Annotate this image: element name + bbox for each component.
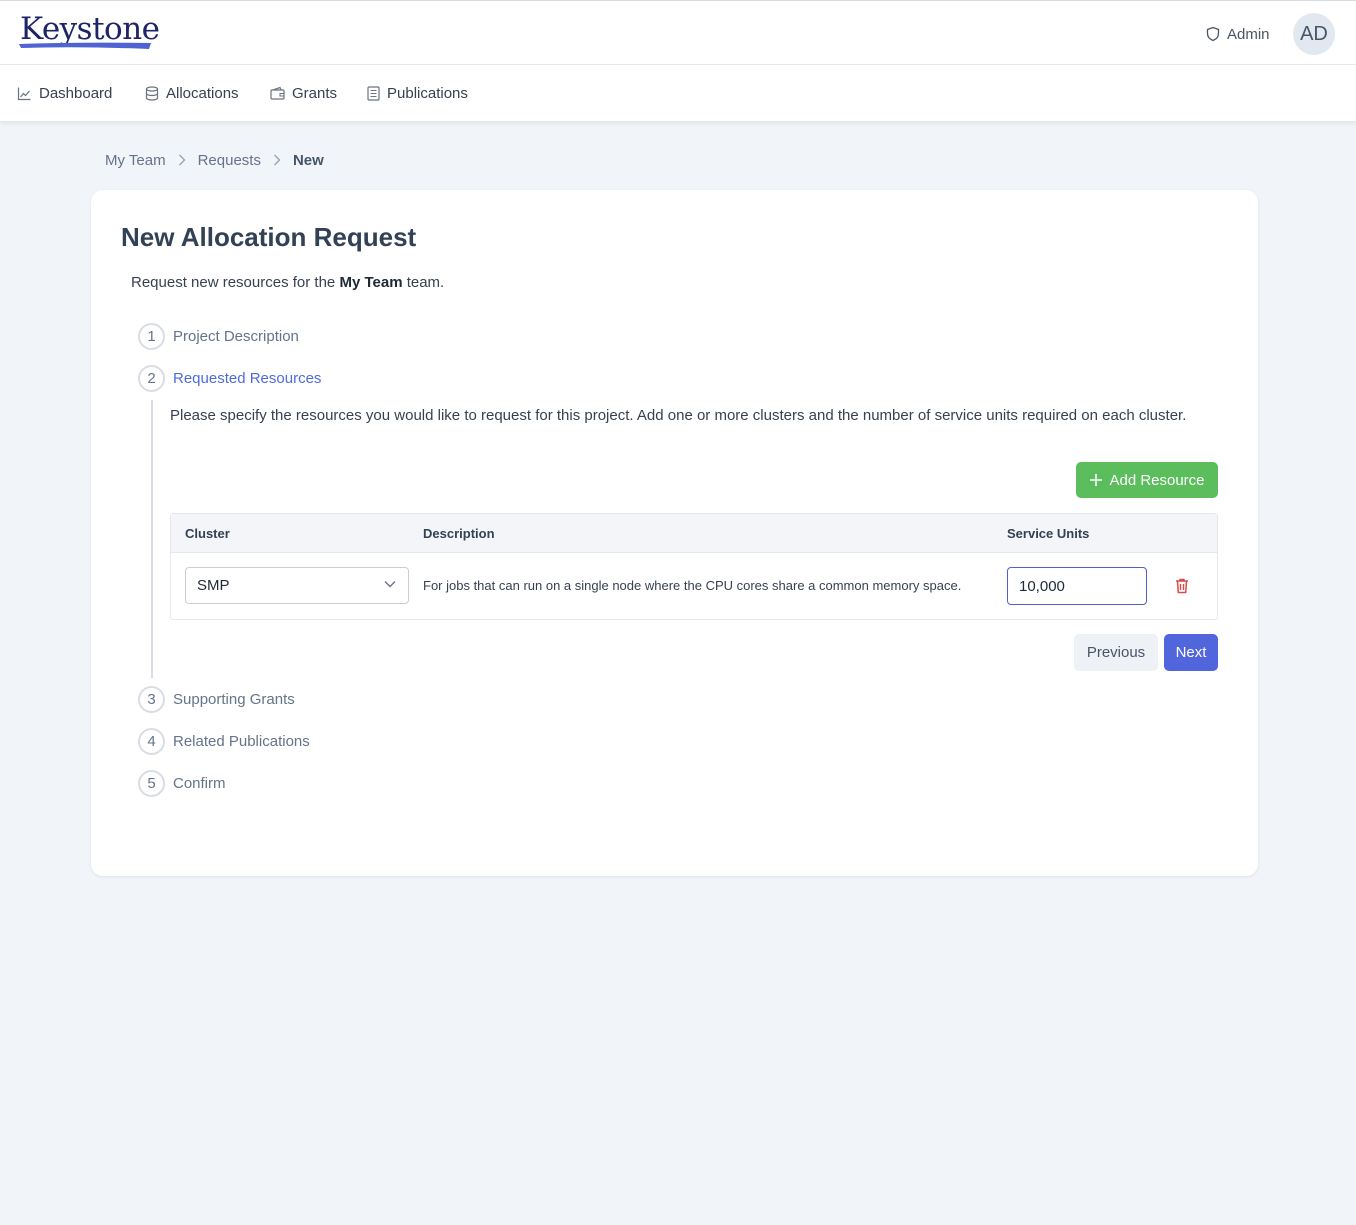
step-label: Confirm — [173, 774, 226, 792]
shield-icon — [1206, 26, 1220, 42]
intro-team-name: My Team — [339, 274, 403, 291]
step-related-publications[interactable]: 4 Related Publications — [138, 727, 310, 755]
cluster-select-value: SMP — [197, 577, 230, 594]
document-icon — [367, 85, 380, 101]
previous-button[interactable]: Previous — [1074, 634, 1158, 671]
next-button[interactable]: Next — [1164, 634, 1218, 671]
main-nav: Dashboard Allocations Grants Publication… — [0, 65, 1356, 122]
chevron-right-icon — [178, 154, 186, 166]
intro-text: Request new resources for the My Team te… — [131, 274, 444, 291]
chart-line-icon — [17, 87, 31, 100]
nav-label-publications: Publications — [387, 84, 468, 102]
breadcrumb-requests[interactable]: Requests — [198, 152, 261, 169]
step-number: 3 — [138, 685, 165, 713]
nav-label-allocations: Allocations — [166, 84, 239, 102]
step-connector — [151, 400, 153, 678]
step-number: 2 — [138, 364, 165, 392]
intro-suffix: team. — [402, 274, 445, 291]
step-number: 4 — [138, 727, 165, 755]
step-number: 1 — [138, 322, 165, 350]
nav-label-grants: Grants — [292, 84, 338, 102]
resources-table: Cluster Description Service Units SMP Fo… — [170, 513, 1218, 620]
chevron-right-icon — [273, 154, 281, 166]
breadcrumb-my-team[interactable]: My Team — [105, 152, 166, 169]
plus-icon — [1090, 474, 1103, 486]
nav-item-grants[interactable]: Grants — [270, 83, 337, 103]
nav-item-dashboard[interactable]: Dashboard — [17, 83, 112, 103]
cluster-description: For jobs that can run on a single node w… — [423, 578, 962, 593]
step-label: Project Description — [173, 327, 299, 345]
service-units-input[interactable] — [1007, 567, 1147, 605]
column-header-service-units: Service Units — [1007, 526, 1090, 541]
page-title: New Allocation Request — [121, 222, 417, 252]
top-bar: Keystone Admin AD — [0, 0, 1356, 65]
logo-swoosh-icon — [19, 42, 151, 49]
step-label: Supporting Grants — [173, 690, 295, 708]
database-icon — [145, 85, 159, 101]
add-resource-label: Add Resource — [1109, 471, 1205, 489]
step-label: Related Publications — [173, 732, 310, 750]
admin-label: Admin — [1227, 25, 1270, 43]
step-project-description[interactable]: 1 Project Description — [138, 322, 299, 350]
trash-icon[interactable] — [1172, 576, 1192, 596]
breadcrumb-current: New — [292, 151, 324, 169]
step-requested-resources[interactable]: 2 Requested Resources — [138, 364, 321, 392]
avatar[interactable]: AD — [1293, 13, 1335, 55]
table-header: Cluster Description Service Units — [171, 514, 1217, 553]
chevron-down-icon — [384, 581, 396, 588]
resources-description: Please specify the resources you would l… — [170, 407, 1187, 424]
column-header-description: Description — [423, 526, 495, 541]
nav-item-allocations[interactable]: Allocations — [145, 83, 239, 103]
admin-link[interactable]: Admin — [1205, 23, 1270, 45]
step-label: Requested Resources — [173, 369, 322, 387]
cluster-select[interactable]: SMP — [185, 567, 409, 604]
step-supporting-grants[interactable]: 3 Supporting Grants — [138, 685, 295, 713]
keystone-logo[interactable]: Keystone — [18, 11, 160, 51]
step-confirm[interactable]: 5 Confirm — [138, 769, 226, 797]
intro-prefix: Request new resources for the — [131, 274, 340, 291]
nav-label-dashboard: Dashboard — [39, 84, 113, 102]
nav-item-publications[interactable]: Publications — [367, 83, 468, 103]
column-header-cluster: Cluster — [185, 526, 230, 541]
wallet-icon — [270, 86, 285, 100]
request-card: New Allocation Request Request new resou… — [91, 190, 1258, 876]
step-number: 5 — [138, 769, 165, 797]
add-resource-button[interactable]: Add Resource — [1076, 462, 1218, 498]
breadcrumb: My Team Requests New — [105, 150, 324, 170]
